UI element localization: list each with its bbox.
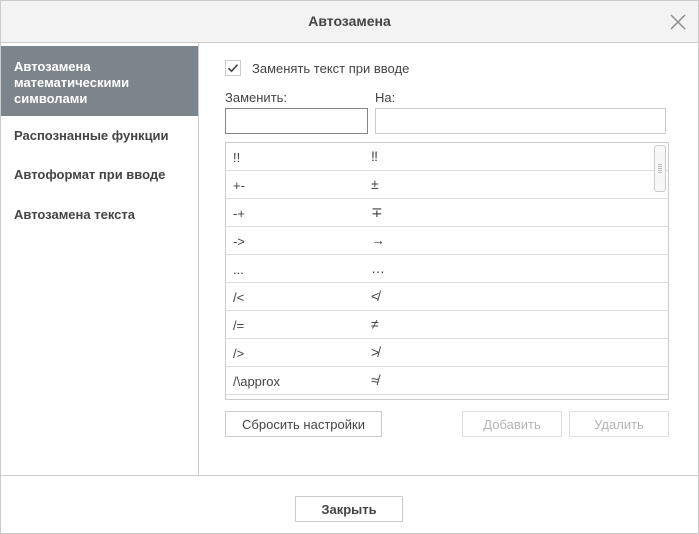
table-row[interactable]: +- ± (226, 171, 668, 199)
autocorrect-dialog: Автозамена Автозамена математическими си… (0, 0, 699, 534)
table-cell-to: ≯ (371, 344, 380, 360)
table-cell-from: /< (233, 290, 245, 305)
table-row[interactable]: /\approx ≉ (226, 367, 668, 395)
table-row[interactable]: !! ‼ (226, 143, 668, 171)
table-row[interactable]: /= ≠ (226, 311, 668, 339)
delete-button[interactable]: Удалить (569, 411, 669, 437)
table-cell-to: ± (371, 176, 379, 192)
table-row[interactable]: ... … (226, 255, 668, 283)
table-scrollbar-thumb[interactable] (654, 145, 666, 192)
replace-input[interactable] (225, 108, 368, 134)
sidebar-item-text-autocorrect[interactable]: Автозамена текста (1, 207, 198, 222)
table-cell-from: ... (233, 262, 244, 277)
replace-label: Заменить: (225, 90, 288, 105)
content-panel: Заменять текст при вводе Заменить: На: !… (200, 44, 698, 475)
table-cell-to: … (371, 260, 385, 276)
table-row[interactable]: -+ ∓ (226, 199, 668, 227)
table-cell-from: -+ (233, 206, 245, 221)
table-cell-to: ≮ (371, 288, 380, 304)
sidebar-item-label: Распознанные функции (14, 128, 169, 143)
dialog-title: Автозамена (308, 13, 391, 29)
table-row[interactable]: /> ≯ (226, 339, 668, 367)
table-cell-from: /= (233, 318, 245, 333)
table-cell-from: /\approx (233, 374, 280, 389)
sidebar-item-label: Автозамена текста (14, 207, 135, 222)
with-label: На: (375, 90, 396, 105)
table-cell-to: ≠ (371, 316, 379, 332)
table-row[interactable]: -> → (226, 227, 668, 255)
sidebar-item-recognized-functions[interactable]: Распознанные функции (1, 128, 198, 143)
dialog-footer: Закрыть (1, 475, 698, 533)
close-icon-glyph (670, 14, 686, 30)
table-cell-to: ≉ (371, 372, 379, 388)
replace-while-typing-label: Заменять текст при вводе (252, 61, 410, 76)
sidebar-item-label: Автоформат при вводе (14, 167, 166, 182)
sidebar-item-autoformat[interactable]: Автоформат при вводе (1, 167, 198, 182)
table-cell-from: /> (233, 346, 245, 361)
table-cell-to: ‼ (371, 148, 378, 164)
sidebar-item-label: Автозамена математическими символами (14, 59, 130, 106)
close-icon[interactable] (669, 13, 687, 31)
reset-settings-button[interactable]: Сбросить настройки (225, 411, 382, 437)
table-row[interactable]: /< ≮ (226, 283, 668, 311)
sidebar: Автозамена математическими символами Рас… (1, 44, 199, 475)
table-cell-to: → (371, 232, 385, 248)
table-cell-to: ∓ (371, 204, 383, 220)
table-cell-from: -> (233, 234, 245, 249)
table-cell-from: !! (233, 150, 241, 165)
add-button[interactable]: Добавить (462, 411, 562, 437)
table-cell-from: +- (233, 178, 245, 193)
replace-while-typing-checkbox[interactable] (225, 60, 241, 76)
replacements-table: !! ‼ +- ± -+ ∓ -> → ... … /< ≮ /= ≠ /> ≯… (225, 142, 669, 400)
checkmark-icon (227, 64, 239, 73)
sidebar-item-math-autocorrect[interactable]: Автозамена математическими символами (1, 46, 198, 116)
dialog-header: Автозамена (1, 1, 698, 43)
close-button[interactable]: Закрыть (295, 496, 403, 522)
with-input[interactable] (375, 108, 666, 134)
